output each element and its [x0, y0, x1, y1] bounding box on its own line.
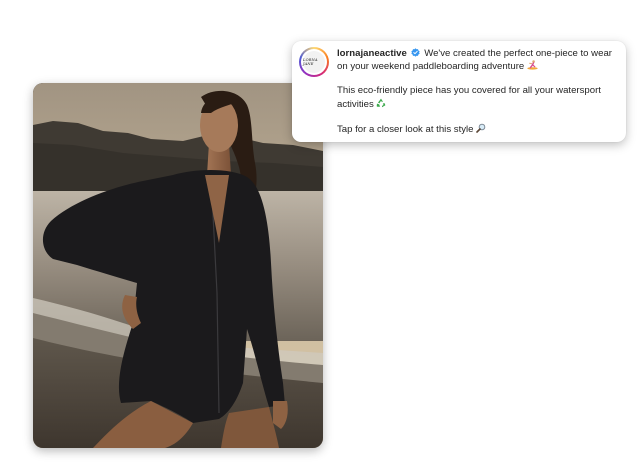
post-photo[interactable] [33, 83, 323, 448]
recycle-emoji-icon [377, 98, 386, 107]
caption-paragraph-1: lornajaneactive We've created the perfec… [337, 48, 616, 73]
caption-paragraph-3: Tap for a closer look at this style [337, 123, 616, 136]
surfer-emoji-icon [527, 60, 538, 70]
photo-woman-in-black-one-piece [33, 83, 323, 448]
username-link[interactable]: lornajaneactive [337, 48, 407, 59]
profile-avatar[interactable]: LORNA JANE [299, 47, 329, 77]
magnifying-glass-emoji-icon [476, 123, 486, 133]
verified-badge-icon [410, 48, 420, 57]
caption-paragraph-2: This eco-friendly piece has you covered … [337, 85, 616, 110]
caption-line-3: Tap for a closer look at this style [337, 123, 474, 135]
post-caption-card: LORNA JANE lornajaneactive We've created… [292, 41, 626, 142]
caption-text: lornajaneactive We've created the perfec… [337, 48, 616, 136]
brand-logo: LORNA JANE [303, 51, 325, 73]
